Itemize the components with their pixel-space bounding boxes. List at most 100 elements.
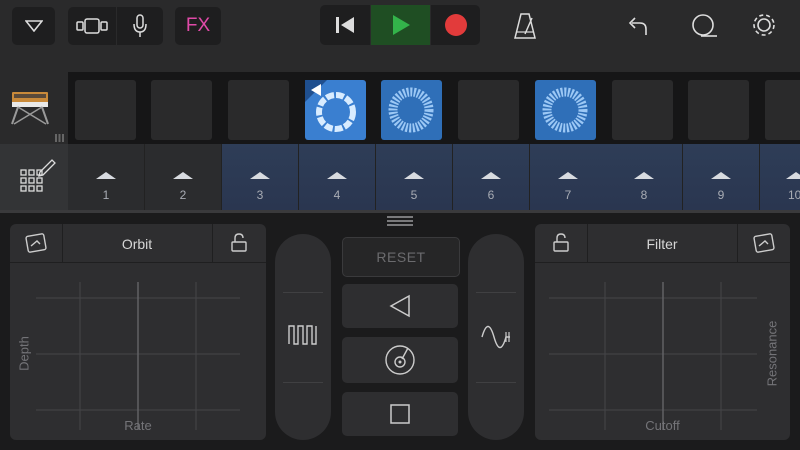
lock-button[interactable] [535,224,587,262]
edit-grid-button[interactable] [0,144,68,210]
sine-wave-icon [481,325,510,349]
column-number: 3 [256,188,264,202]
loop-cell-loaded[interactable] [381,80,442,140]
loop-cell[interactable] [765,80,800,140]
playing-loop-icon [305,80,356,132]
chevron-up-icon [711,172,731,179]
pad-header: Filter [535,224,790,263]
column-trigger[interactable]: 5 [376,144,453,210]
column-number: 7 [564,188,572,202]
view-dropdown-button[interactable] [12,7,55,45]
triangle-down-icon [24,20,43,32]
chevron-up-icon [786,172,800,179]
reverse-button[interactable] [342,284,458,328]
loop-cell[interactable] [688,80,749,140]
column-number: 9 [717,188,725,202]
column-number: 10 [788,188,800,202]
reverse-triangle-icon [389,294,410,318]
loop-cell-playing[interactable] [305,80,366,140]
waveform-loop-icon [388,87,434,133]
metronome-button[interactable] [505,8,545,44]
pad-title: Orbit [121,236,153,252]
chevron-up-icon [327,172,347,179]
browser-button[interactable] [68,7,116,45]
chevron-up-icon [634,172,654,179]
column-trigger[interactable]: 9 [683,144,760,210]
pad-header: Orbit [10,224,266,263]
column-trigger[interactable]: 6 [453,144,530,210]
column-trigger[interactable]: 3 [222,144,299,210]
stop-button[interactable] [342,392,458,436]
tracks-view-icon [76,18,108,34]
mic-button[interactable] [117,7,163,45]
column-trigger[interactable]: 2 [145,144,222,210]
drag-handle-icon[interactable] [55,134,64,142]
stop-square-icon [390,404,410,424]
pill-divider [283,292,323,293]
grip-line [387,216,413,218]
waveform-loop-icon [542,87,588,133]
pad-title: Filter [646,236,678,252]
column-trigger[interactable]: 10 [760,144,800,210]
column-number: 1 [102,188,110,202]
synth-keyboard-icon [11,92,49,125]
unlock-icon [553,233,569,252]
x-axis-label: Cutoff [645,418,680,433]
y-axis-label: Depth [16,336,32,371]
undo-icon [628,17,647,35]
effect-picker-button[interactable] [10,224,62,262]
gear-icon [753,14,775,36]
loops-button[interactable] [684,8,724,44]
skip-back-icon [336,17,354,33]
chevron-up-icon [96,172,116,179]
column-number: 4 [333,188,341,202]
column-trigger[interactable]: 8 [606,144,683,210]
go-to-beginning-button[interactable] [320,5,370,45]
undo-button[interactable] [618,8,658,44]
play-icon [392,15,410,35]
reset-label: RESET [376,249,426,265]
panel-divider[interactable] [0,210,800,213]
turntable-icon [385,345,415,375]
y-axis-label: Resonance [764,320,780,387]
gate-pulse-icon [288,325,317,345]
effect-rotate-icon [25,233,47,253]
column-trigger[interactable]: 1 [68,144,145,210]
chevron-up-icon [481,172,501,179]
loop-cell[interactable] [75,80,136,140]
chevron-up-icon [250,172,270,179]
track-header[interactable] [0,72,68,144]
pill-divider [476,382,516,383]
loop-cell[interactable] [458,80,519,140]
chevron-up-icon [404,172,424,179]
orbit-xy-pad[interactable]: Orbit Rate Depth [10,224,266,440]
loop-cell-loaded[interactable] [535,80,596,140]
reset-button[interactable]: RESET [342,237,460,277]
loop-cell[interactable] [612,80,673,140]
pill-divider [476,292,516,293]
column-trigger[interactable]: 4 [299,144,376,210]
effect-picker-button[interactable] [737,224,790,262]
gate-effect-button[interactable] [275,234,331,440]
settings-button[interactable] [744,6,784,44]
scratch-button[interactable] [342,337,458,383]
effect-rotate-icon [752,233,775,253]
column-trigger[interactable]: 7 [530,144,607,210]
downsampler-effect-button[interactable] [468,234,524,440]
loop-cell[interactable] [228,80,289,140]
grip-line [387,224,413,226]
fx-button[interactable]: FX [175,7,221,45]
loop-cell[interactable] [151,80,212,140]
lock-button[interactable] [212,224,266,262]
column-number: 8 [640,188,648,202]
chevron-up-icon [173,172,193,179]
filter-xy-pad[interactable]: Filter Cutoff Resonance [535,224,790,440]
record-icon [444,14,467,36]
column-number: 5 [410,188,418,202]
record-button[interactable] [431,5,480,45]
xy-grid [549,282,757,430]
loop-icon [692,14,717,37]
play-button[interactable] [371,5,430,45]
chevron-up-icon [558,172,578,179]
xy-grid [36,282,240,430]
